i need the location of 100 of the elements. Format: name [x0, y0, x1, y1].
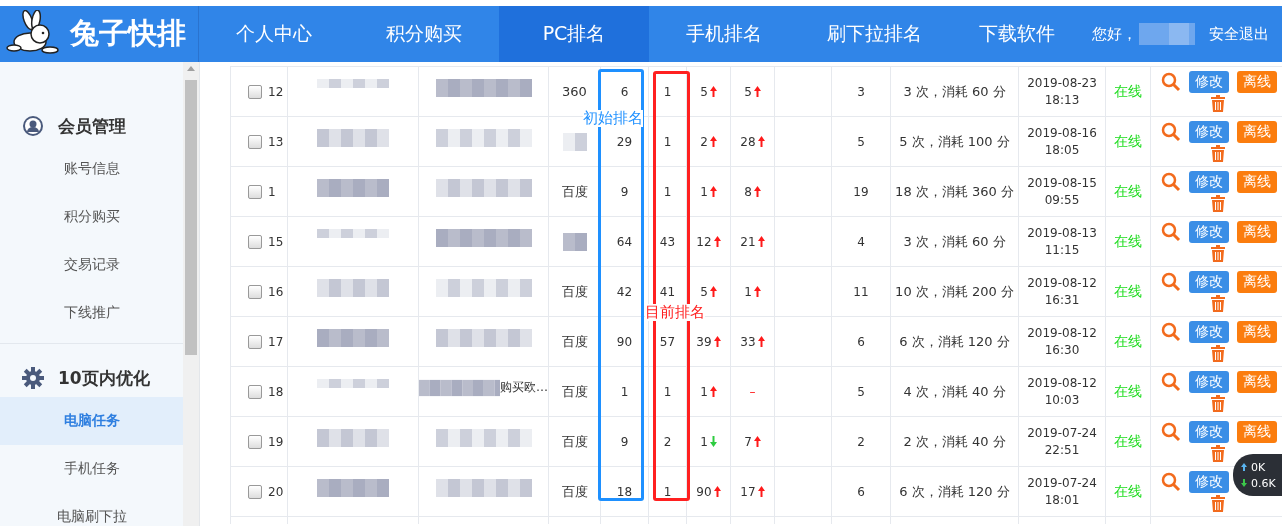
- blurred-text-drawing: [562, 132, 587, 151]
- offline-button[interactable]: 离线: [1237, 171, 1277, 193]
- blurred-text-drawing: [317, 129, 389, 147]
- search-icon[interactable]: [1161, 122, 1181, 142]
- checkbox[interactable]: [248, 334, 262, 349]
- offline-button[interactable]: 离线: [1237, 421, 1277, 443]
- trash-icon[interactable]: [1211, 145, 1225, 162]
- date-text: 2019-08-12: [1027, 275, 1097, 291]
- offline-button[interactable]: 离线: [1237, 71, 1277, 93]
- search-icon[interactable]: [1161, 472, 1181, 492]
- edit-button[interactable]: 修改: [1189, 471, 1229, 493]
- checkbox[interactable]: [248, 134, 262, 149]
- up-arrow-icon: [709, 136, 717, 147]
- edit-button[interactable]: 修改: [1189, 421, 1229, 443]
- sidebar-item[interactable]: 电脑刷下拉: [0, 493, 183, 526]
- sidebar-item[interactable]: 积分购买: [0, 193, 183, 241]
- status-text: 在线: [1114, 232, 1142, 251]
- date-text: 2019-08-12: [1027, 325, 1097, 341]
- rank-change: 1: [700, 384, 708, 399]
- time-text: 10:03: [1044, 392, 1080, 408]
- nav-tab[interactable]: 下载软件: [949, 6, 1084, 62]
- annotation-label: 目前排名: [645, 304, 705, 321]
- up-arrow-icon: [713, 486, 721, 497]
- nav-tab[interactable]: 积分购买: [349, 6, 499, 62]
- offline-button[interactable]: 离线: [1237, 321, 1277, 343]
- trash-icon[interactable]: [1211, 495, 1225, 512]
- offline-button[interactable]: 离线: [1237, 371, 1277, 393]
- status-text: 在线: [1114, 82, 1142, 101]
- cost-text: 18 次，消耗 360 分: [895, 182, 1014, 201]
- click-count: 3: [857, 84, 865, 99]
- row-id: 17: [268, 334, 284, 349]
- nav-tab[interactable]: 刷下拉排名: [799, 6, 949, 62]
- search-icon[interactable]: [1161, 422, 1181, 442]
- search-engine: 百度: [561, 432, 588, 451]
- search-icon[interactable]: [1161, 372, 1181, 392]
- upload-arrow-icon: [1241, 463, 1247, 471]
- initial-rank: 1: [620, 384, 629, 399]
- trash-icon[interactable]: [1211, 195, 1225, 212]
- nav-tab[interactable]: 手机排名: [649, 6, 799, 62]
- sidebar-item[interactable]: 下线推广: [0, 289, 183, 337]
- up-arrow-icon: [753, 436, 761, 447]
- search-engine: 360: [562, 84, 587, 99]
- cost-text: 2 次，消耗 40 分: [903, 432, 1006, 451]
- search-icon[interactable]: [1161, 272, 1181, 292]
- click-count: 5: [857, 134, 865, 149]
- trash-icon[interactable]: [1211, 445, 1225, 462]
- blurred-text-drawing: [317, 429, 389, 447]
- rank-change: 90: [696, 484, 712, 499]
- rank-change: 1: [700, 434, 708, 449]
- edit-button[interactable]: 修改: [1189, 121, 1229, 143]
- edit-button[interactable]: 修改: [1189, 221, 1229, 243]
- edit-button[interactable]: 修改: [1189, 271, 1229, 293]
- trash-icon[interactable]: [1211, 245, 1225, 262]
- click-count: 6: [857, 334, 865, 349]
- nav-tab[interactable]: PC排名: [499, 6, 649, 62]
- row-id: 16: [268, 284, 284, 299]
- offline-button[interactable]: 离线: [1237, 221, 1277, 243]
- checkbox[interactable]: [248, 434, 262, 449]
- cost-text: 10 次，消耗 200 分: [895, 282, 1014, 301]
- logout-link[interactable]: 安全退出: [1209, 6, 1269, 62]
- scrollbar-thumb[interactable]: [185, 80, 197, 355]
- nav-tab[interactable]: 个人中心: [199, 6, 349, 62]
- blurred-text-drawing: [317, 279, 389, 297]
- search-icon[interactable]: [1161, 72, 1181, 92]
- up-arrow-icon: [757, 336, 765, 347]
- up-arrow-icon: [709, 86, 717, 97]
- trash-icon[interactable]: [1211, 345, 1225, 362]
- trash-icon[interactable]: [1211, 295, 1225, 312]
- time-text: 16:31: [1044, 292, 1080, 308]
- offline-button[interactable]: 离线: [1237, 121, 1277, 143]
- search-icon[interactable]: [1161, 322, 1181, 342]
- date-text: 2019-08-13: [1027, 225, 1097, 241]
- offline-button[interactable]: 离线: [1237, 271, 1277, 293]
- checkbox[interactable]: [248, 234, 262, 249]
- search-engine: 百度: [561, 482, 588, 501]
- time-text: 22:51: [1044, 442, 1080, 458]
- checkbox[interactable]: [248, 384, 262, 399]
- edit-button[interactable]: 修改: [1189, 321, 1229, 343]
- current-rank: 1: [663, 134, 672, 149]
- sidebar-item[interactable]: 手机任务: [0, 445, 183, 493]
- trash-icon[interactable]: [1211, 95, 1225, 112]
- sidebar-item[interactable]: 电脑任务: [0, 397, 183, 445]
- edit-button[interactable]: 修改: [1189, 71, 1229, 93]
- checkbox[interactable]: [248, 84, 262, 99]
- checkbox[interactable]: [248, 184, 262, 199]
- section-title: 会员管理: [58, 114, 126, 138]
- sidebar-item[interactable]: 账号信息: [0, 145, 183, 193]
- status-text: 在线: [1114, 382, 1142, 401]
- search-icon[interactable]: [1161, 172, 1181, 192]
- edit-button[interactable]: 修改: [1189, 171, 1229, 193]
- blurred-text-drawing: [317, 479, 389, 497]
- search-icon[interactable]: [1161, 222, 1181, 242]
- checkbox[interactable]: [248, 284, 262, 299]
- edit-button[interactable]: 修改: [1189, 371, 1229, 393]
- trash-icon[interactable]: [1211, 395, 1225, 412]
- sidebar-item[interactable]: 交易记录: [0, 241, 183, 289]
- scroll-up-icon[interactable]: [187, 66, 195, 71]
- date-text: 2019-08-23: [1027, 75, 1097, 91]
- click-count: 6: [857, 484, 865, 499]
- checkbox[interactable]: [248, 484, 262, 499]
